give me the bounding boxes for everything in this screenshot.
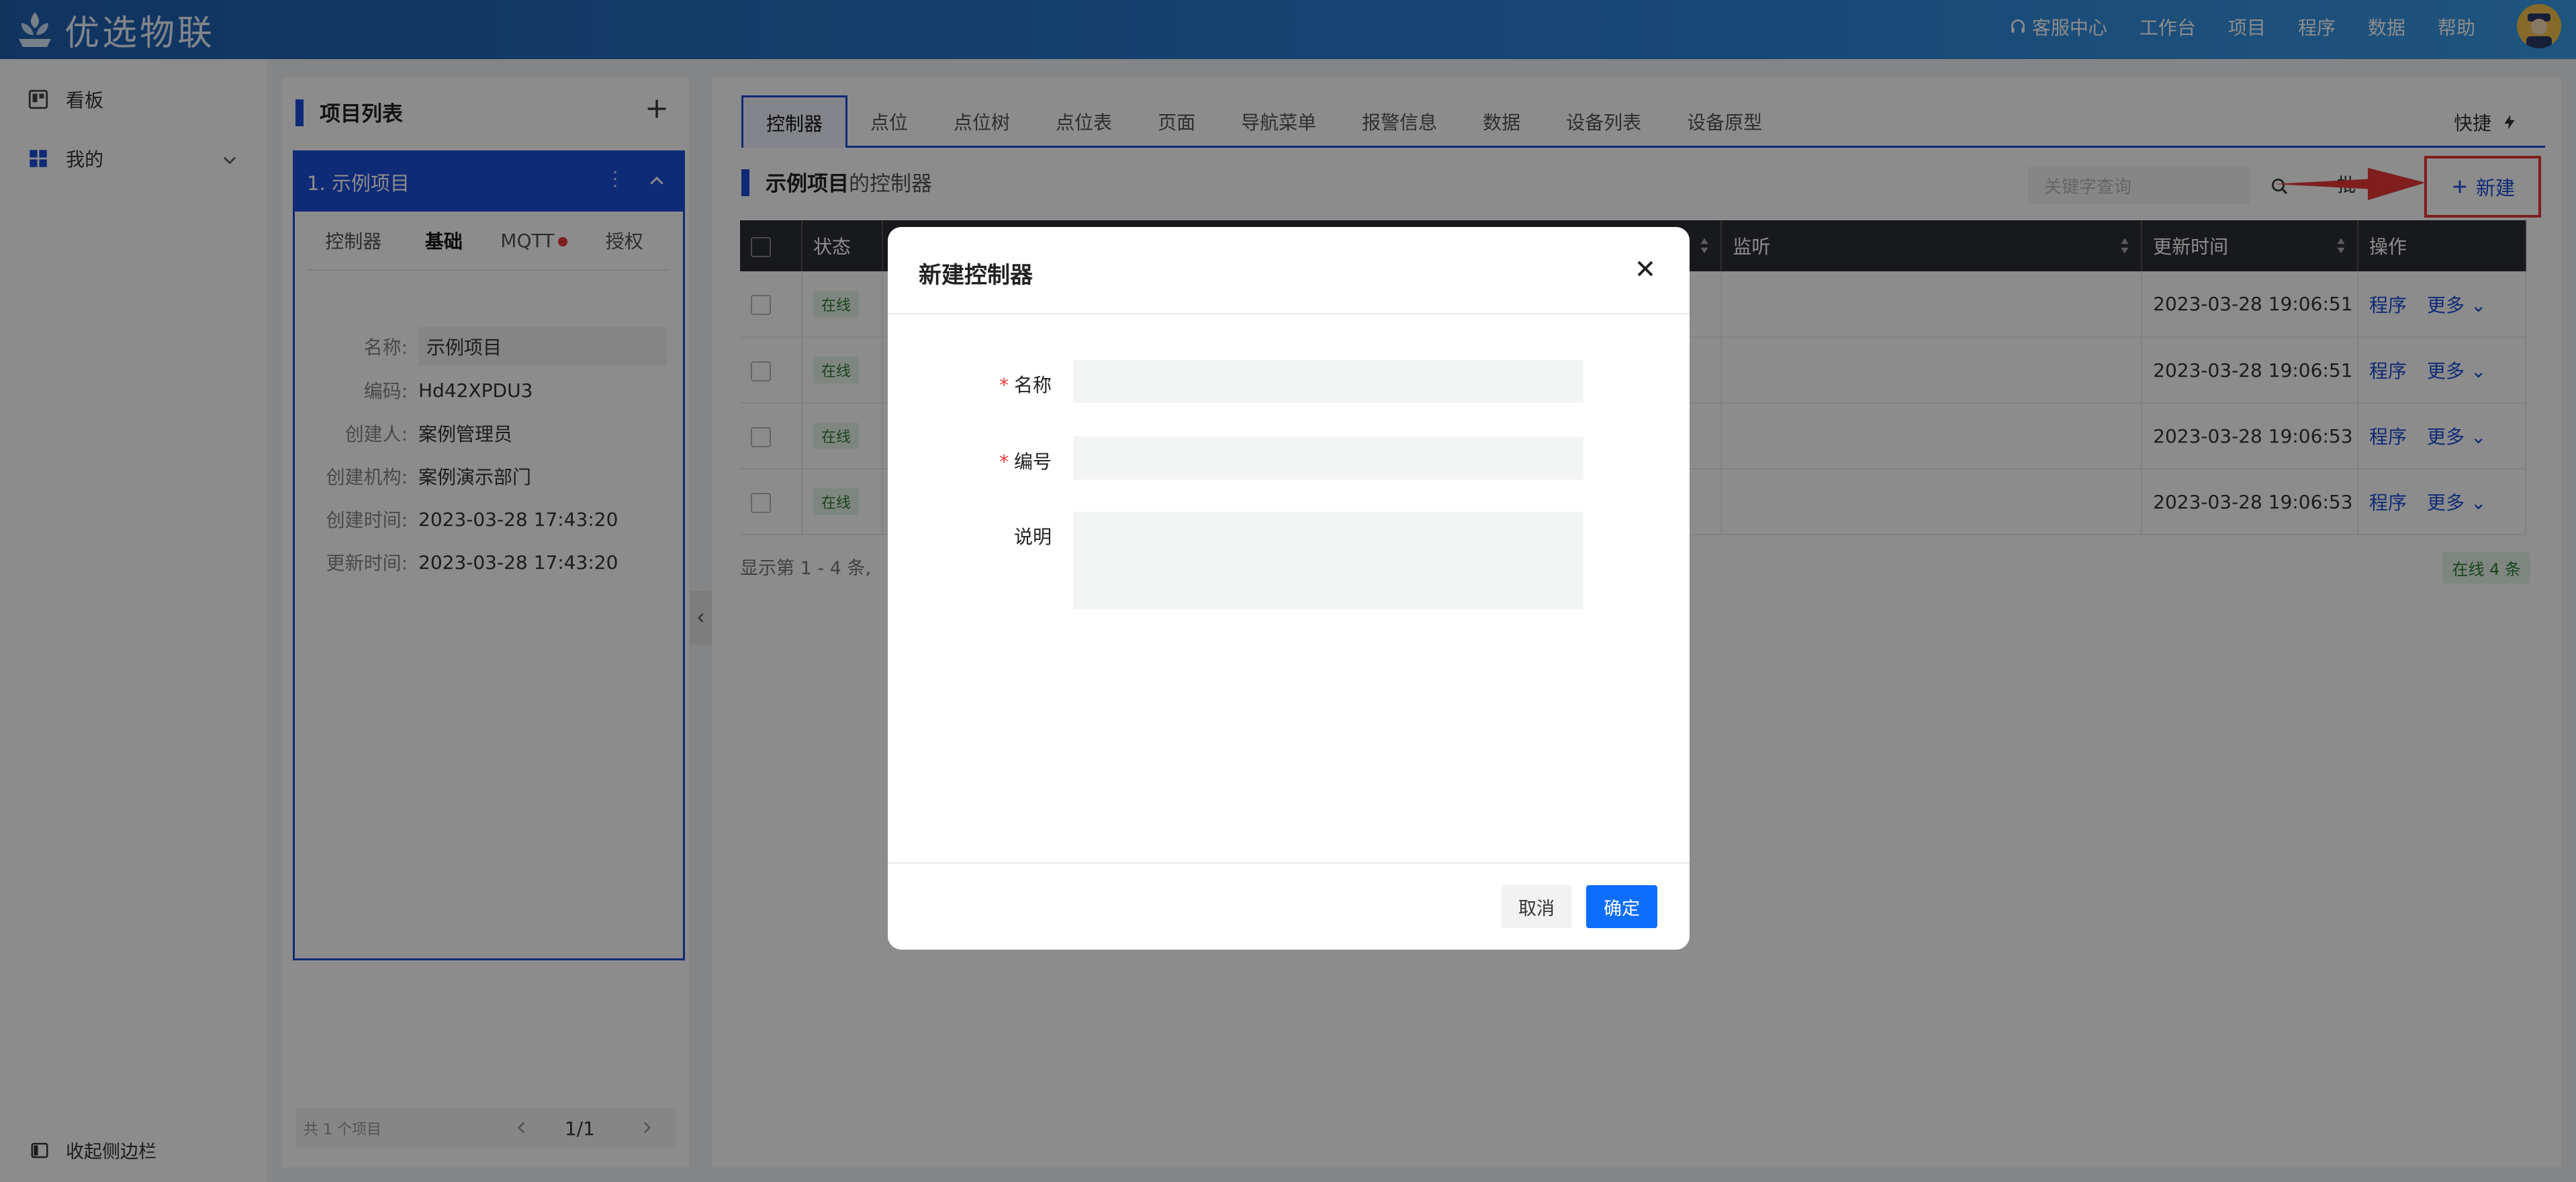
cancel-button[interactable]: 取消 <box>1502 885 1571 928</box>
close-icon[interactable] <box>1632 255 1659 282</box>
required-mark: * <box>999 374 1009 396</box>
dialog-header: 新建控制器 <box>888 227 1690 314</box>
code-field[interactable] <box>1073 437 1583 480</box>
new-controller-dialog: 新建控制器 * 名称 * 编号 说明 取消 确定 <box>888 227 1690 950</box>
name-field-label: * 名称 <box>888 360 1052 398</box>
description-field[interactable] <box>1073 512 1583 610</box>
required-mark: * <box>999 451 1009 473</box>
dialog-footer: 取消 确定 <box>888 862 1690 950</box>
code-field-label: * 编号 <box>888 437 1052 474</box>
dialog-title: 新建控制器 <box>919 262 1033 289</box>
form-row-desc: 说明 <box>888 512 1690 610</box>
code-field-label-text: 编号 <box>1013 451 1052 473</box>
confirm-button[interactable]: 确定 <box>1586 885 1657 928</box>
name-field-label-text: 名称 <box>1013 374 1052 396</box>
desc-field-label: 说明 <box>1013 526 1052 548</box>
name-field[interactable] <box>1073 360 1583 403</box>
form-row-code: * 编号 <box>888 437 1690 480</box>
form-row-name: * 名称 <box>888 360 1690 403</box>
